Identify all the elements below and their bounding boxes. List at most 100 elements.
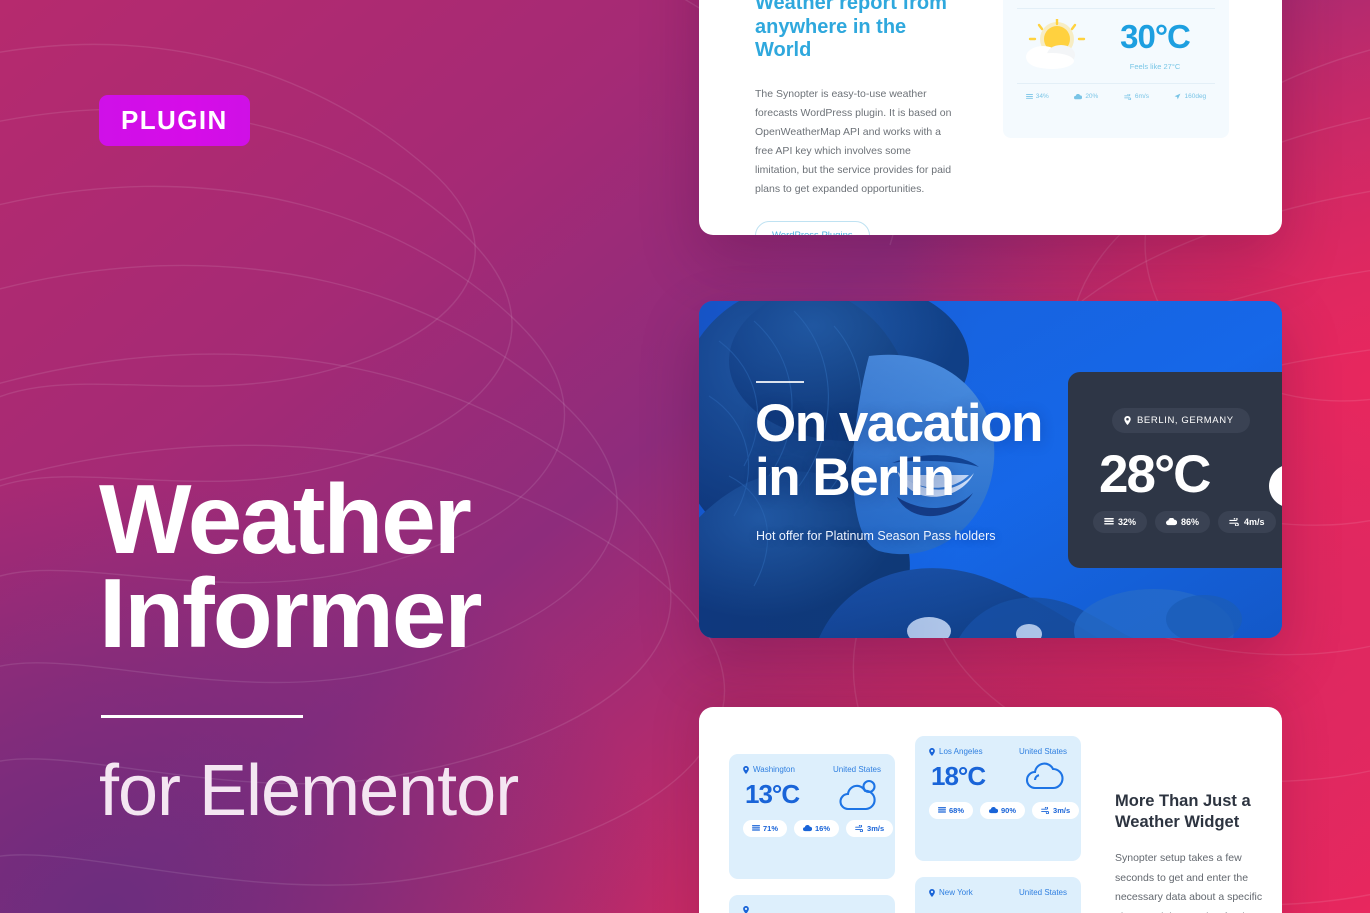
malaga-weather-widget: Location: Málaga Population: 568305 — [1003, 0, 1229, 138]
losangeles-wind-value: 3m/s — [1053, 806, 1071, 815]
malaga-stat-clouds: 20% — [1074, 93, 1098, 100]
malaga-stats-row: 34% 20% 6m/s 160deg — [1003, 84, 1229, 100]
weather-widget-partial — [729, 895, 895, 913]
berlin-weather-panel: BERLIN, GERMANY 28°C 32% 86% 4m/s — [1068, 372, 1282, 568]
washington-clouds-value: 16% — [815, 824, 831, 833]
cloud-moon-icon — [837, 778, 879, 812]
weather-report-body: The Synopter is easy-to-use weather fore… — [755, 87, 952, 196]
cloud-outline-icon — [1023, 760, 1065, 794]
washington-stat-humidity: 71% — [743, 820, 788, 837]
washington-stat-clouds: 16% — [794, 820, 840, 837]
washington-wind-value: 3m/s — [867, 824, 885, 833]
berlin-stat-wind: 4m/s — [1218, 511, 1276, 533]
cloud-icon — [1268, 450, 1282, 512]
berlin-location-label: BERLIN, GERMANY — [1137, 415, 1234, 426]
cloud-icon — [989, 807, 999, 814]
berlin-humidity-value: 32% — [1118, 517, 1137, 527]
berlin-clouds-value: 86% — [1181, 517, 1200, 527]
more-than-widget-block: More Than Just a Weather Widget Synopter… — [1115, 791, 1265, 913]
map-pin-icon — [1124, 416, 1131, 425]
weather-report-card: Weather report from anywhere in the Worl… — [699, 0, 1282, 235]
berlin-promo-card: On vacation in Berlin Hot offer for Plat… — [699, 301, 1282, 638]
losangeles-clouds-value: 90% — [1001, 806, 1017, 815]
washington-city: Washington — [743, 765, 795, 774]
malaga-humidity-value: 34% — [1035, 93, 1049, 100]
losangeles-stat-clouds: 90% — [980, 802, 1026, 819]
washington-main: 13°C — [729, 774, 895, 812]
humidity-icon — [1025, 93, 1033, 99]
wind-icon — [855, 825, 864, 832]
malaga-stat-direction: 160deg — [1174, 93, 1206, 100]
losangeles-temperature: 18°C — [931, 761, 986, 792]
washington-country-label: United States — [832, 765, 881, 774]
humidity-icon — [938, 807, 946, 813]
losangeles-country-label: United States — [1018, 747, 1067, 756]
malaga-feels-like: Feels like 27°C — [1129, 61, 1181, 71]
map-pin-icon — [929, 888, 935, 897]
malaga-direction-value: 160deg — [1184, 93, 1207, 100]
malaga-clouds-value: 20% — [1085, 93, 1099, 100]
hero-badge-wrap: PLUGIN — [99, 95, 619, 146]
page-title: Weather Informer — [99, 464, 483, 669]
berlin-stat-humidity: 32% — [1093, 511, 1148, 533]
wind-icon — [1041, 807, 1050, 814]
malaga-widget-main: 30°C Feels like 27°C — [1003, 9, 1229, 71]
more-body: Synopter setup takes a few seconds to ge… — [1115, 852, 1263, 913]
weather-widget-los-angeles: Los Angeles United States 18°C 68% 90% 3… — [915, 736, 1081, 861]
losangeles-city-label: Los Angeles — [939, 747, 983, 756]
berlin-title-divider — [756, 381, 804, 383]
losangeles-stat-wind: 3m/s — [1032, 802, 1080, 819]
malaga-temperature-block: 30°C Feels like 27°C — [1093, 20, 1213, 71]
wordpress-plugins-button[interactable]: WordPress Plugins — [755, 221, 870, 235]
washington-temperature: 13°C — [745, 779, 800, 810]
map-pin-icon — [743, 906, 749, 913]
losangeles-header: Los Angeles United States — [915, 736, 1081, 756]
cloud-icon — [1074, 93, 1083, 99]
humidity-icon — [1104, 518, 1114, 525]
title-divider — [101, 715, 303, 718]
washington-city-label: Washington — [753, 765, 795, 774]
berlin-subtitle: Hot offer for Platinum Season Pass holde… — [756, 529, 996, 543]
berlin-temperature: 28°C — [1099, 445, 1211, 504]
berlin-stat-clouds: 86% — [1155, 511, 1211, 533]
weather-widget-washington: Washington United States 13°C 71% 16% 3m… — [729, 754, 895, 879]
losangeles-stat-humidity: 68% — [929, 802, 974, 819]
plugin-badge: PLUGIN — [99, 95, 250, 146]
malaga-stat-humidity: 34% — [1025, 93, 1049, 100]
more-title: More Than Just a Weather Widget — [1115, 792, 1251, 831]
losangeles-main: 18°C — [915, 756, 1081, 794]
berlin-wind-value: 4m/s — [1244, 517, 1265, 527]
berlin-stats-row: 32% 86% 4m/s 1 — [1093, 511, 1282, 533]
malaga-stat-wind: 6m/s — [1124, 93, 1149, 100]
wind-direction-icon — [1175, 93, 1181, 100]
map-pin-icon — [743, 765, 749, 774]
map-pin-icon — [929, 747, 935, 756]
wind-icon — [1124, 93, 1131, 100]
malaga-temperature: 30°C — [1120, 17, 1191, 55]
sun-behind-cloud-icon — [1019, 17, 1093, 71]
poster-canvas: PLUGIN Weather Informer for Elementor We… — [0, 0, 1370, 913]
newyork-city: New York — [929, 888, 973, 897]
cloud-icon — [1166, 518, 1178, 526]
wind-icon — [1229, 518, 1239, 526]
berlin-location-pill: BERLIN, GERMANY — [1112, 408, 1250, 433]
weather-report-text-block: Weather report from anywhere in the Worl… — [755, 0, 955, 235]
washington-header: Washington United States — [729, 754, 895, 774]
washington-humidity-value: 71% — [763, 824, 779, 833]
partial-city — [743, 906, 753, 913]
newyork-country-label: United States — [1018, 888, 1067, 897]
humidity-icon — [752, 825, 760, 831]
washington-stat-wind: 3m/s — [846, 820, 894, 837]
washington-stats-row: 71% 16% 3m/s — [729, 812, 895, 837]
weather-widget-new-york: New York United States — [915, 877, 1081, 913]
widgets-showcase-card: Washington United States 13°C 71% 16% 3m… — [699, 707, 1282, 913]
newyork-city-label: New York — [939, 888, 973, 897]
losangeles-humidity-value: 68% — [949, 806, 965, 815]
losangeles-city: Los Angeles — [929, 747, 983, 756]
berlin-title: On vacation in Berlin — [755, 394, 1043, 508]
partial-header — [729, 895, 895, 913]
cloud-icon — [803, 825, 813, 832]
newyork-header: New York United States — [915, 877, 1081, 897]
malaga-wind-value: 6m/s — [1134, 93, 1149, 100]
page-subtitle: for Elementor — [99, 751, 519, 831]
